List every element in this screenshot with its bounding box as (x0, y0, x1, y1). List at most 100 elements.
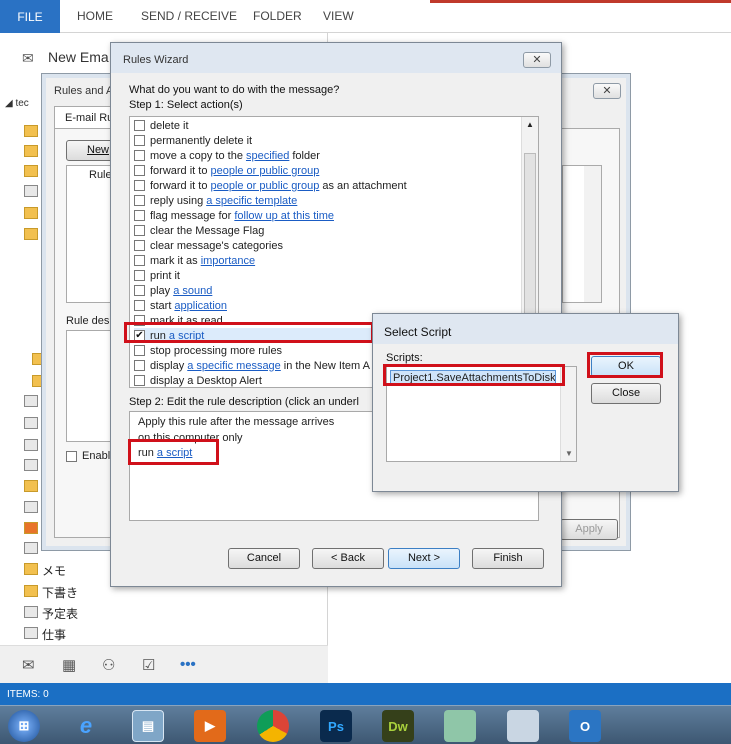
media-icon[interactable]: ▶ (194, 710, 226, 742)
action-row[interactable]: display a Desktop Alert (134, 373, 262, 387)
action-row[interactable]: flag message for follow up at this time (134, 208, 337, 223)
folder-icon[interactable] (24, 125, 38, 137)
dreamweaver-icon[interactable]: Dw (382, 710, 414, 742)
tab-folder[interactable]: FOLDER (253, 9, 302, 23)
blocked-icon[interactable] (24, 459, 38, 471)
explorer-icon[interactable]: ▤ (132, 710, 164, 742)
finish-button[interactable]: Finish (472, 548, 544, 569)
action-link[interactable]: people or public group (210, 165, 319, 177)
tasks-icon[interactable]: ☑ (142, 656, 155, 674)
action-checkbox[interactable] (134, 240, 145, 251)
folder-icon[interactable] (24, 165, 38, 177)
folder-icon[interactable] (24, 228, 38, 240)
tab-send-receive[interactable]: SEND / RECEIVE (141, 9, 237, 23)
action-row[interactable]: forward it to people or public group (134, 163, 322, 178)
action-row[interactable]: mark it as importance (134, 253, 258, 268)
action-text: delete it (150, 119, 189, 132)
cancel-button[interactable]: Cancel (228, 548, 300, 569)
nav-item-tasks[interactable]: 仕事 (42, 626, 66, 643)
trash-icon[interactable] (24, 185, 38, 197)
action-row[interactable]: stop processing more rules (134, 343, 282, 358)
folder-icon[interactable] (444, 710, 476, 742)
rules-scrollbar[interactable] (584, 166, 601, 302)
action-checkbox[interactable] (134, 300, 145, 311)
new-email-button[interactable]: New Ema (48, 49, 109, 65)
action-checkbox[interactable] (134, 225, 145, 236)
notes-icon[interactable] (24, 563, 38, 575)
action-row[interactable]: start application (134, 298, 230, 313)
action-row[interactable]: clear message's categories (134, 238, 283, 253)
action-checkbox[interactable] (134, 165, 145, 176)
action-checkbox[interactable] (134, 255, 145, 266)
network-icon[interactable] (507, 710, 539, 742)
tab-home[interactable]: HOME (77, 9, 113, 23)
action-link[interactable]: specified (246, 150, 289, 162)
tasks-icon[interactable] (24, 627, 38, 639)
enable-checkbox-box[interactable] (66, 450, 77, 462)
start-orb[interactable]: ⊞ (8, 710, 40, 742)
folder-icon[interactable] (24, 207, 38, 219)
contacts-icon[interactable] (24, 417, 38, 429)
action-row[interactable]: print it (134, 268, 180, 283)
action-checkbox[interactable] (134, 375, 145, 386)
action-row[interactable]: delete it (134, 118, 189, 133)
action-row[interactable]: reply using a specific template (134, 193, 300, 208)
action-checkbox[interactable] (134, 285, 145, 296)
action-link[interactable]: a specific message (187, 360, 281, 372)
photoshop-icon[interactable]: Ps (320, 710, 352, 742)
tab-file[interactable]: FILE (0, 0, 60, 33)
folder-icon[interactable] (24, 480, 38, 492)
calendar-icon[interactable]: ▦ (62, 656, 76, 674)
action-link[interactable]: people or public group (210, 180, 319, 192)
action-row[interactable]: display a specific message in the New Item… (134, 358, 370, 373)
chrome-icon[interactable] (257, 710, 289, 742)
enable-checkbox[interactable]: Enabl (66, 450, 110, 462)
calendar-icon[interactable] (24, 606, 38, 618)
next-button[interactable]: Next > (388, 548, 460, 569)
highlight-run-script (124, 322, 374, 343)
nav-item-drafts[interactable]: 下書き (42, 584, 78, 601)
back-button[interactable]: < Back (312, 548, 384, 569)
action-row[interactable]: move a copy to the specified folder (134, 148, 320, 163)
reminder-icon[interactable] (24, 439, 38, 451)
drafts-icon[interactable] (24, 585, 38, 597)
tasks-icon[interactable] (24, 542, 38, 554)
action-checkbox[interactable] (134, 150, 145, 161)
people-icon[interactable]: ⚇ (102, 656, 115, 674)
action-row[interactable]: clear the Message Flag (134, 223, 264, 238)
close-button[interactable]: Close (591, 383, 661, 404)
action-link[interactable]: importance (201, 255, 255, 267)
calendar-icon[interactable] (24, 395, 38, 407)
rss-icon[interactable] (24, 522, 38, 534)
action-checkbox[interactable] (134, 120, 145, 131)
mail-icon[interactable]: ✉ (22, 656, 35, 674)
action-checkbox[interactable] (134, 135, 145, 146)
action-checkbox[interactable] (134, 210, 145, 221)
outlook-icon[interactable]: O (569, 710, 601, 742)
nav-item-calendar[interactable]: 予定表 (42, 605, 78, 622)
action-row[interactable]: play a sound (134, 283, 215, 298)
more-icon[interactable]: ••• (180, 656, 196, 673)
action-checkbox[interactable] (134, 180, 145, 191)
action-link[interactable]: follow up at this time (234, 210, 334, 222)
folder-icon[interactable] (24, 145, 38, 157)
scroll-down-icon[interactable]: ▼ (565, 449, 573, 458)
action-row[interactable]: permanently delete it (134, 133, 252, 148)
apply-button[interactable]: Apply (560, 519, 618, 540)
account-label[interactable]: ◢ tec (5, 98, 29, 109)
ie-icon[interactable]: e (70, 710, 102, 742)
action-checkbox[interactable] (134, 360, 145, 371)
wizard-close-button[interactable]: ✕ (523, 52, 551, 68)
scroll-up-icon[interactable]: ▲ (526, 120, 534, 129)
tab-view[interactable]: VIEW (323, 9, 354, 23)
action-checkbox[interactable] (134, 345, 145, 356)
action-link[interactable]: a sound (173, 285, 212, 297)
action-row[interactable]: forward it to people or public group as an… (134, 178, 407, 193)
action-link[interactable]: application (174, 300, 227, 312)
rules-alerts-close-button[interactable]: ✕ (593, 83, 621, 99)
outbox-icon[interactable] (24, 501, 38, 513)
action-checkbox[interactable] (134, 270, 145, 281)
action-link[interactable]: a specific template (206, 195, 297, 207)
nav-item-notes[interactable]: メモ (42, 562, 66, 579)
action-checkbox[interactable] (134, 195, 145, 206)
